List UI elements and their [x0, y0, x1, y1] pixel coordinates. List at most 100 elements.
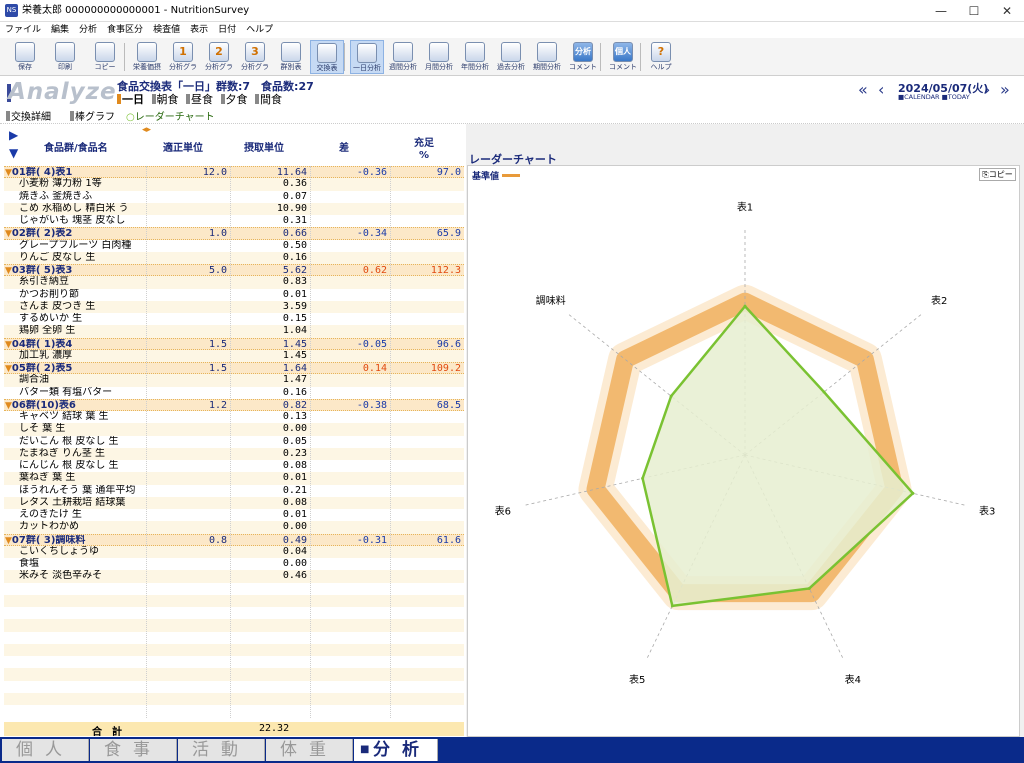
toolbar-button-16[interactable]: 個人 コメント — [606, 40, 640, 74]
menu-file[interactable]: ファイル — [0, 22, 46, 38]
toolbar-button-12[interactable]: 年間分析 — [458, 40, 492, 74]
collapse-icon[interactable]: ▼ — [5, 266, 12, 276]
menu-view[interactable]: 表示 — [185, 22, 213, 38]
meal-snack[interactable]: 間食 — [255, 93, 282, 106]
food-row[interactable]: さんま 皮つき 生 3.59 — [4, 300, 464, 313]
food-row[interactable]: バター類 有塩バター 0.16 — [4, 386, 464, 399]
toolbar-button-9[interactable]: 一日分析 — [350, 40, 384, 74]
toolbar-button-15[interactable]: 分析 コメント — [566, 40, 600, 74]
food-row[interactable]: 小麦粉 薄力粉 1等 0.36 — [4, 178, 464, 191]
toolbar-button-5[interactable]: 2 分析グラ — [202, 40, 236, 74]
toolbar-button-7[interactable]: 群別表 — [274, 40, 308, 74]
col-intake[interactable]: 摂取単位 — [244, 139, 284, 154]
next-day-button[interactable]: › — [984, 81, 990, 99]
food-row[interactable]: レタス 土耕栽培 結球葉 0.08 — [4, 496, 464, 509]
food-row[interactable]: キャベツ 結球 葉 生 0.13 — [4, 411, 464, 424]
food-row[interactable]: 焼きふ 釜焼きふ 0.07 — [4, 190, 464, 203]
prev-day-button[interactable]: ‹ — [878, 81, 884, 99]
food-row[interactable]: こいくちしょうゆ 0.04 — [4, 545, 464, 558]
group-row[interactable]: ▼03群( 5)表3 5.0 5.62 0.62 112.3 — [4, 264, 464, 277]
menu-meal[interactable]: 食事区分 — [102, 22, 148, 38]
expand-icon[interactable]: ▶ — [9, 128, 18, 142]
toolbar-button-4[interactable]: 1 分析グラ — [166, 40, 200, 74]
toolbar-button-10[interactable]: 週間分析 — [386, 40, 420, 74]
menu-help[interactable]: ヘルプ — [241, 22, 278, 38]
toolbar-button-0[interactable]: 保存 — [8, 40, 42, 74]
toolbar-button-11[interactable]: 月間分析 — [422, 40, 456, 74]
group-row[interactable]: ▼02群( 2)表2 1.0 0.66 -0.34 65.9 — [4, 227, 464, 240]
toolbar-button-2[interactable]: コピー — [88, 40, 122, 74]
col-diff[interactable]: 差 — [339, 139, 349, 154]
minimize-button[interactable]: — — [924, 0, 958, 22]
toolbar-icon — [281, 42, 301, 62]
food-row[interactable]: たまねぎ りん茎 生 0.23 — [4, 447, 464, 460]
food-row[interactable]: しそ 葉 生 0.00 — [4, 423, 464, 436]
tab-analyze[interactable]: ■ 分析 — [354, 739, 438, 761]
menu-date[interactable]: 日付 — [213, 22, 241, 38]
collapse-icon[interactable]: ▼ — [5, 340, 12, 350]
group-row[interactable]: ▼06群(10)表6 1.2 0.82 -0.38 68.5 — [4, 398, 464, 411]
food-row[interactable]: 米みそ 淡色辛みそ 0.46 — [4, 570, 464, 583]
food-row[interactable]: ほうれんそう 葉 通年平均 0.21 — [4, 484, 464, 497]
toolbar-button-3[interactable]: 栄養価摂 — [130, 40, 164, 74]
view-radar-chart[interactable]: ○レーダーチャート — [126, 108, 215, 123]
col-std[interactable]: 適正単位 — [163, 139, 203, 154]
collapse-icon[interactable]: ▼ — [9, 146, 18, 160]
meal-breakfast[interactable]: 朝食 — [151, 93, 179, 106]
tab-person[interactable]: 個人 — [2, 739, 89, 761]
food-row[interactable]: カットわかめ 0.00 — [4, 521, 464, 534]
toolbar-button-1[interactable]: 印刷 — [48, 40, 82, 74]
maximize-button[interactable]: ☐ — [957, 0, 991, 22]
food-row[interactable]: 食塩 0.00 — [4, 558, 464, 571]
meal-lunch[interactable]: 昼食 — [186, 93, 213, 106]
food-row[interactable]: 調合油 1.47 — [4, 374, 464, 387]
collapse-icon[interactable]: ▼ — [5, 536, 12, 546]
view-bar-graph[interactable]: 棒グラフ — [70, 108, 115, 123]
group-row[interactable]: ▼05群( 2)表5 1.5 1.64 0.14 109.2 — [4, 362, 464, 375]
collapse-icon[interactable]: ▼ — [5, 364, 12, 374]
menu-edit[interactable]: 編集 — [46, 22, 74, 38]
close-button[interactable]: ✕ — [990, 0, 1024, 22]
col-pct[interactable]: 充足 % — [414, 138, 434, 162]
group-row[interactable]: ▼01群( 4)表1 12.0 11.64 -0.36 97.0 — [4, 166, 464, 179]
col-name[interactable]: 食品群/食品名 — [44, 139, 108, 154]
toolbar-button-13[interactable]: 過去分析 — [494, 40, 528, 74]
resize-handle-icon[interactable]: ◂▸ — [142, 125, 151, 135]
legend-swatch — [502, 174, 521, 177]
food-row[interactable]: するめいか 生 0.15 — [4, 313, 464, 326]
collapse-icon[interactable]: ▼ — [5, 229, 12, 239]
food-row[interactable]: だいこん 根 皮なし 生 0.05 — [4, 435, 464, 448]
tab-activity[interactable]: 活動 — [178, 739, 265, 761]
food-row[interactable]: 糸引き納豆 0.83 — [4, 276, 464, 289]
toolbar-button-17[interactable]: ? ヘルプ — [644, 40, 678, 74]
menu-analyze[interactable]: 分析 — [74, 22, 102, 38]
group-row[interactable]: ▼04群( 1)表4 1.5 1.45 -0.05 96.6 — [4, 337, 464, 350]
prev-week-button[interactable]: « — [858, 81, 868, 99]
collapse-icon[interactable]: ▼ — [5, 168, 12, 178]
calendar-today-links[interactable]: ■CALENDAR ■TODAY — [898, 93, 970, 101]
meal-day[interactable]: 一日 — [117, 93, 144, 106]
next-week-button[interactable]: » — [1000, 81, 1010, 99]
food-row[interactable]: じゃがいも 塊茎 皮なし 0.31 — [4, 215, 464, 228]
food-row[interactable]: りんご 皮なし 生 0.16 — [4, 251, 464, 264]
chart-copy-button[interactable]: ⎘コピー — [979, 168, 1016, 181]
group-row[interactable]: ▼07群( 3)調味料 0.8 0.49 -0.31 61.6 — [4, 533, 464, 546]
tab-weight[interactable]: 体重 — [266, 739, 353, 761]
view-exchange-detail[interactable]: 交換詳細 — [6, 108, 51, 123]
food-row[interactable]: にんじん 根 皮なし 生 0.08 — [4, 460, 464, 473]
food-row[interactable]: 葉ねぎ 葉 生 0.01 — [4, 472, 464, 485]
food-row[interactable]: 鶏卵 全卵 生 1.04 — [4, 325, 464, 338]
food-row[interactable]: グレープフルーツ 白肉種 0.50 — [4, 239, 464, 252]
food-row[interactable]: 加工乳 濃厚 1.45 — [4, 349, 464, 362]
toolbar-button-14[interactable]: 期間分析 — [530, 40, 564, 74]
toolbar-icon: 1 — [173, 42, 193, 62]
tab-meal[interactable]: 食事 — [90, 739, 177, 761]
toolbar-button-6[interactable]: 3 分析グラ — [238, 40, 272, 74]
meal-dinner[interactable]: 夕食 — [220, 93, 248, 106]
food-row[interactable]: えのきたけ 生 0.01 — [4, 509, 464, 522]
toolbar-button-8[interactable]: 交換表 — [310, 40, 344, 74]
food-row[interactable]: こめ 水稲めし 精白米 う 10.90 — [4, 202, 464, 215]
collapse-icon[interactable]: ▼ — [5, 401, 12, 411]
food-row[interactable]: かつお削り節 0.01 — [4, 288, 464, 301]
menu-test[interactable]: 検査値 — [148, 22, 185, 38]
